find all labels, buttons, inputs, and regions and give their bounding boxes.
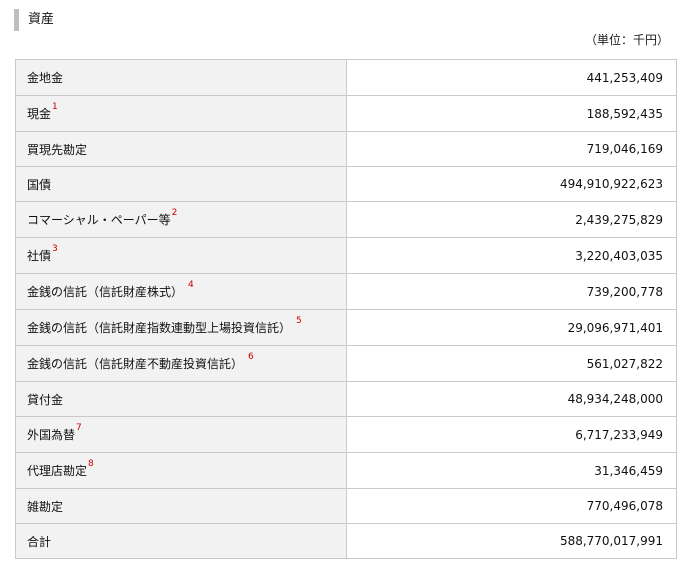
row-label-cell: 貸付金 — [15, 381, 347, 417]
table-row: 現金1 188,592,435 — [15, 95, 677, 132]
table-row: 金銭の信託（信託財産指数連動型上場投資信託） 5 29,096,971,401 — [15, 309, 677, 346]
row-label: 貸付金 — [27, 392, 64, 407]
row-label-cell: 金地金 — [15, 59, 347, 96]
assets-table: 金地金 441,253,409 現金1 188,592,435 買現先勘定 71… — [15, 59, 677, 559]
row-value: 2,439,275,829 — [346, 201, 677, 238]
footnote-link[interactable]: 6 — [248, 352, 254, 362]
row-label-cell: 金銭の信託（信託財産不動産投資信託） 6 — [15, 345, 347, 382]
row-label: コマーシャル・ペーパー等 — [27, 213, 171, 227]
table-row: 代理店勘定8 31,346,459 — [15, 452, 677, 489]
row-label-cell: 買現先勘定 — [15, 131, 347, 167]
row-value: 6,717,233,949 — [346, 416, 677, 453]
row-label-cell: コマーシャル・ペーパー等2 — [15, 201, 347, 238]
row-value: 48,934,248,000 — [346, 381, 677, 417]
table-row: コマーシャル・ペーパー等2 2,439,275,829 — [15, 201, 677, 238]
row-label: 現金 — [27, 107, 52, 121]
table-row: 雑勘定 770,496,078 — [15, 488, 677, 524]
row-label-cell: 合計 — [15, 523, 347, 559]
footnote-link[interactable]: 7 — [76, 423, 82, 433]
footnote-link[interactable]: 1 — [52, 102, 58, 112]
table-row: 金地金 441,253,409 — [15, 59, 677, 96]
row-value: 3,220,403,035 — [346, 237, 677, 274]
row-label-cell: 社債3 — [15, 237, 347, 274]
row-label-cell: 金銭の信託（信託財産株式） 4 — [15, 273, 347, 310]
row-label: 社債 — [27, 249, 52, 263]
row-value: 588,770,017,991 — [346, 523, 677, 559]
row-value: 561,027,822 — [346, 345, 677, 382]
row-value: 739,200,778 — [346, 273, 677, 310]
footnote-link[interactable]: 2 — [172, 208, 178, 218]
footnote-link[interactable]: 3 — [52, 244, 58, 254]
row-label-cell: 外国為替7 — [15, 416, 347, 453]
row-label-cell: 国債 — [15, 166, 347, 202]
row-label: 金銭の信託（信託財産指数連動型上場投資信託） — [27, 321, 292, 335]
row-label: 外国為替 — [27, 428, 76, 442]
footnote-link[interactable]: 5 — [296, 316, 302, 326]
row-label: 代理店勘定 — [27, 464, 88, 478]
row-value: 441,253,409 — [346, 59, 677, 96]
row-label-cell: 金銭の信託（信託財産指数連動型上場投資信託） 5 — [15, 309, 347, 346]
table-row: 貸付金 48,934,248,000 — [15, 381, 677, 417]
row-label-cell: 代理店勘定8 — [15, 452, 347, 489]
row-value: 770,496,078 — [346, 488, 677, 524]
row-value: 719,046,169 — [346, 131, 677, 167]
row-label: 国債 — [27, 177, 52, 192]
footnote-link[interactable]: 4 — [188, 280, 194, 290]
row-label: 金銭の信託（信託財産不動産投資信託） — [27, 357, 244, 371]
table-row: 金銭の信託（信託財産不動産投資信託） 6 561,027,822 — [15, 345, 677, 382]
row-label: 合計 — [27, 534, 52, 549]
row-value: 31,346,459 — [346, 452, 677, 489]
row-label: 金銭の信託（信託財産株式） — [27, 285, 184, 299]
row-value: 29,096,971,401 — [346, 309, 677, 346]
table-row: 外国為替7 6,717,233,949 — [15, 416, 677, 453]
footnote-link[interactable]: 8 — [88, 459, 94, 469]
table-row-total: 合計 588,770,017,991 — [15, 523, 677, 559]
section-title: 資産 — [14, 9, 54, 31]
row-label: 買現先勘定 — [27, 142, 88, 157]
table-row: 社債3 3,220,403,035 — [15, 237, 677, 274]
unit-note: （単位：千円） — [584, 33, 669, 47]
table-row: 買現先勘定 719,046,169 — [15, 131, 677, 167]
row-label: 雑勘定 — [27, 499, 64, 514]
row-label-cell: 現金1 — [15, 95, 347, 132]
row-value: 494,910,922,623 — [346, 166, 677, 202]
row-label-cell: 雑勘定 — [15, 488, 347, 524]
table-row: 国債 494,910,922,623 — [15, 166, 677, 202]
row-value: 188,592,435 — [346, 95, 677, 132]
table-row: 金銭の信託（信託財産株式） 4 739,200,778 — [15, 273, 677, 310]
row-label: 金地金 — [27, 71, 64, 85]
